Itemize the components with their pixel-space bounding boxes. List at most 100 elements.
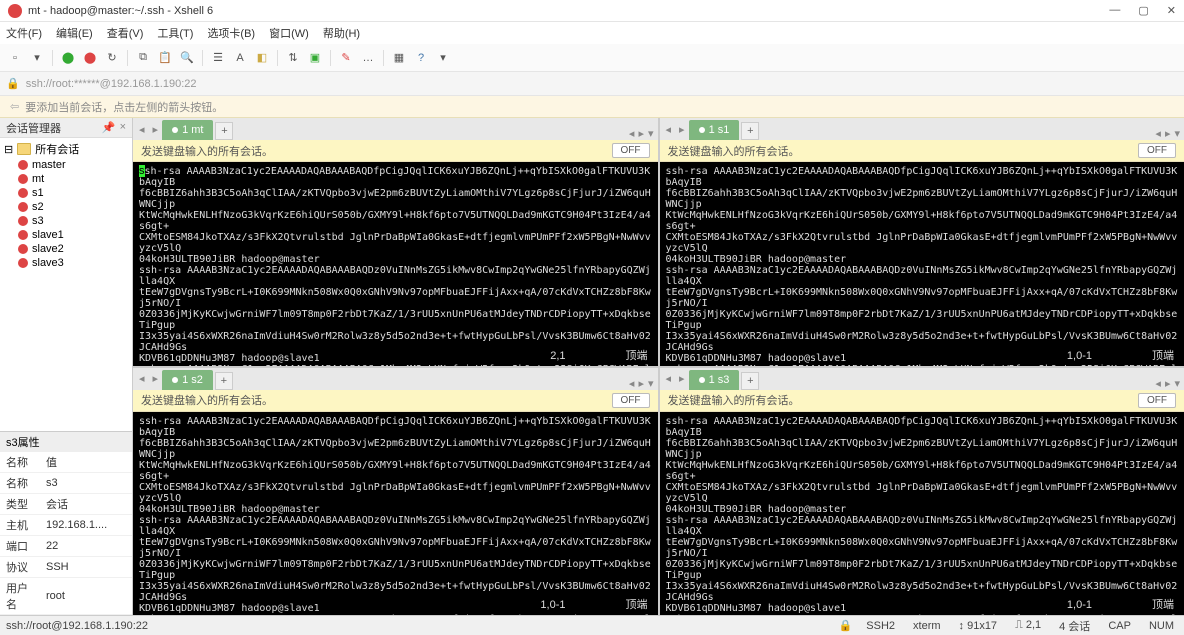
session-icon (18, 160, 28, 170)
close-button[interactable]: ✕ (1167, 4, 1176, 17)
connect-button[interactable]: ⬤ (59, 49, 77, 67)
broadcast-toggle[interactable]: OFF (612, 143, 650, 158)
broadcast-toggle[interactable]: OFF (612, 393, 650, 408)
tree-item[interactable]: slave2 (0, 242, 132, 256)
panel-close-icon[interactable]: × (120, 121, 126, 134)
menu-tools[interactable]: 工具(T) (157, 25, 193, 41)
tab-scroll-left[interactable]: ◂ (629, 377, 635, 390)
script-button[interactable]: … (359, 49, 377, 67)
tab-scroll-left[interactable]: ◂ (1155, 127, 1161, 140)
copy-button[interactable]: ⧉ (134, 49, 152, 67)
xftp-button[interactable]: ▣ (306, 49, 324, 67)
tree-item[interactable]: s1 (0, 186, 132, 200)
reconnect-button[interactable]: ↻ (103, 49, 121, 67)
tab-menu-button[interactable]: ▾ (1174, 377, 1180, 390)
broadcast-toggle[interactable]: OFF (1138, 393, 1176, 408)
tab-next-button[interactable]: ▸ (675, 123, 689, 136)
tab-scroll-right[interactable]: ▸ (638, 377, 644, 390)
tab-scroll-right[interactable]: ▸ (1165, 127, 1171, 140)
menu-view[interactable]: 查看(V) (107, 25, 144, 41)
session-tab[interactable]: 1 mt (162, 120, 213, 140)
table-row: 类型会话 (0, 494, 132, 515)
tab-menu-button[interactable]: ▾ (648, 377, 654, 390)
tab-prev-button[interactable]: ◂ (135, 372, 149, 385)
dropdown-button[interactable]: ▾ (434, 49, 452, 67)
tab-scroll-left[interactable]: ◂ (1155, 377, 1161, 390)
record-button[interactable]: ✎ (337, 49, 355, 67)
layout-button[interactable]: ▦ (390, 49, 408, 67)
folder-icon (17, 143, 31, 155)
broadcast-text: 发送键盘输入的所有会话。 (141, 143, 273, 159)
tree-root[interactable]: ⊟所有会话 (0, 140, 132, 158)
menu-help[interactable]: 帮助(H) (323, 25, 360, 41)
session-tree: ⊟所有会话 master mt s1 s2 s3 slave1 slave2 s… (0, 138, 132, 431)
menu-edit[interactable]: 编辑(E) (56, 25, 93, 41)
status-dot-icon (699, 127, 705, 133)
session-tab[interactable]: 1 s2 (162, 370, 213, 390)
maximize-button[interactable]: ▢ (1138, 4, 1148, 17)
table-row: 协议SSH (0, 557, 132, 578)
pin-icon[interactable]: 📌 (102, 121, 116, 134)
color-button[interactable]: ◧ (253, 49, 271, 67)
terminal[interactable]: ssh-rsa AAAAB3NzaC1yc2EAAAADAQABAAABAQDf… (660, 162, 1184, 366)
address-field[interactable]: ssh://root:******@192.168.1.190:22 (26, 78, 197, 90)
menu-tab[interactable]: 选项卡(B) (207, 25, 255, 41)
tab-scroll-right[interactable]: ▸ (1165, 377, 1171, 390)
add-tab-button[interactable]: + (215, 372, 233, 390)
status-sess: 4 会话 (1055, 618, 1094, 634)
table-row: 名称s3 (0, 473, 132, 494)
tree-item[interactable]: slave3 (0, 256, 132, 270)
add-tab-button[interactable]: + (741, 372, 759, 390)
disconnect-button[interactable]: ⬤ (81, 49, 99, 67)
add-tab-button[interactable]: + (215, 122, 233, 140)
table-row: 端口22 (0, 536, 132, 557)
tab-prev-button[interactable]: ◂ (135, 123, 149, 136)
tab-next-button[interactable]: ▸ (149, 372, 163, 385)
props-table: 名称值 名称s3 类型会话 主机192.168.1.... 端口22 协议SSH… (0, 452, 132, 615)
status-size: ↕ 91x17 (955, 620, 1002, 632)
ssh-icon: 🔒 (839, 619, 853, 632)
new-session-button[interactable]: ▫ (6, 49, 24, 67)
broadcast-toggle[interactable]: OFF (1138, 143, 1176, 158)
terminal[interactable]: ssh-rsa AAAAB3NzaC1yc2EAAAADAQABAAABAQDf… (133, 162, 658, 366)
add-tab-button[interactable]: + (741, 122, 759, 140)
paste-button[interactable]: 📋 (156, 49, 174, 67)
session-icon (18, 230, 28, 240)
pin-arrow-icon[interactable]: ⇦ (10, 100, 19, 113)
table-row: 用户名root (0, 578, 132, 615)
tab-next-button[interactable]: ▸ (149, 123, 163, 136)
tab-menu-button[interactable]: ▾ (1174, 127, 1180, 140)
tab-scroll-left[interactable]: ◂ (629, 127, 635, 140)
session-icon (18, 244, 28, 254)
session-tab[interactable]: 1 s1 (689, 120, 740, 140)
help-button[interactable]: ? (412, 49, 430, 67)
session-tab[interactable]: 1 s3 (689, 370, 740, 390)
tab-prev-button[interactable]: ◂ (662, 123, 676, 136)
tab-prev-button[interactable]: ◂ (662, 372, 676, 385)
session-manager-title: 会话管理器 (6, 120, 61, 136)
open-button[interactable]: ▾ (28, 49, 46, 67)
tree-item[interactable]: slave1 (0, 228, 132, 242)
tree-item[interactable]: s3 (0, 214, 132, 228)
tree-item[interactable]: master (0, 158, 132, 172)
tab-next-button[interactable]: ▸ (675, 372, 689, 385)
status-dot-icon (172, 377, 178, 383)
tree-item[interactable]: mt (0, 172, 132, 186)
tree-item[interactable]: s2 (0, 200, 132, 214)
terminal[interactable]: ssh-rsa AAAAB3NzaC1yc2EAAAADAQABAAABAQDf… (133, 412, 658, 616)
props-title: s3属性 (0, 432, 132, 452)
menu-window[interactable]: 窗口(W) (269, 25, 309, 41)
minimize-button[interactable]: — (1109, 4, 1120, 17)
tab-menu-button[interactable]: ▾ (648, 127, 654, 140)
status-proto: SSH2 (862, 620, 899, 632)
find-button[interactable]: 🔍 (178, 49, 196, 67)
status-pos: ⎍ 2,1 (1011, 619, 1045, 632)
lock-icon: 🔒 (6, 77, 20, 90)
menu-file[interactable]: 文件(F) (6, 25, 42, 41)
transfer-button[interactable]: ⇅ (284, 49, 302, 67)
status-cap: CAP (1104, 620, 1135, 632)
properties-button[interactable]: ☰ (209, 49, 227, 67)
tab-scroll-right[interactable]: ▸ (638, 127, 644, 140)
font-button[interactable]: A (231, 49, 249, 67)
terminal[interactable]: ssh-rsa AAAAB3NzaC1yc2EAAAADAQABAAABAQDf… (660, 412, 1184, 616)
